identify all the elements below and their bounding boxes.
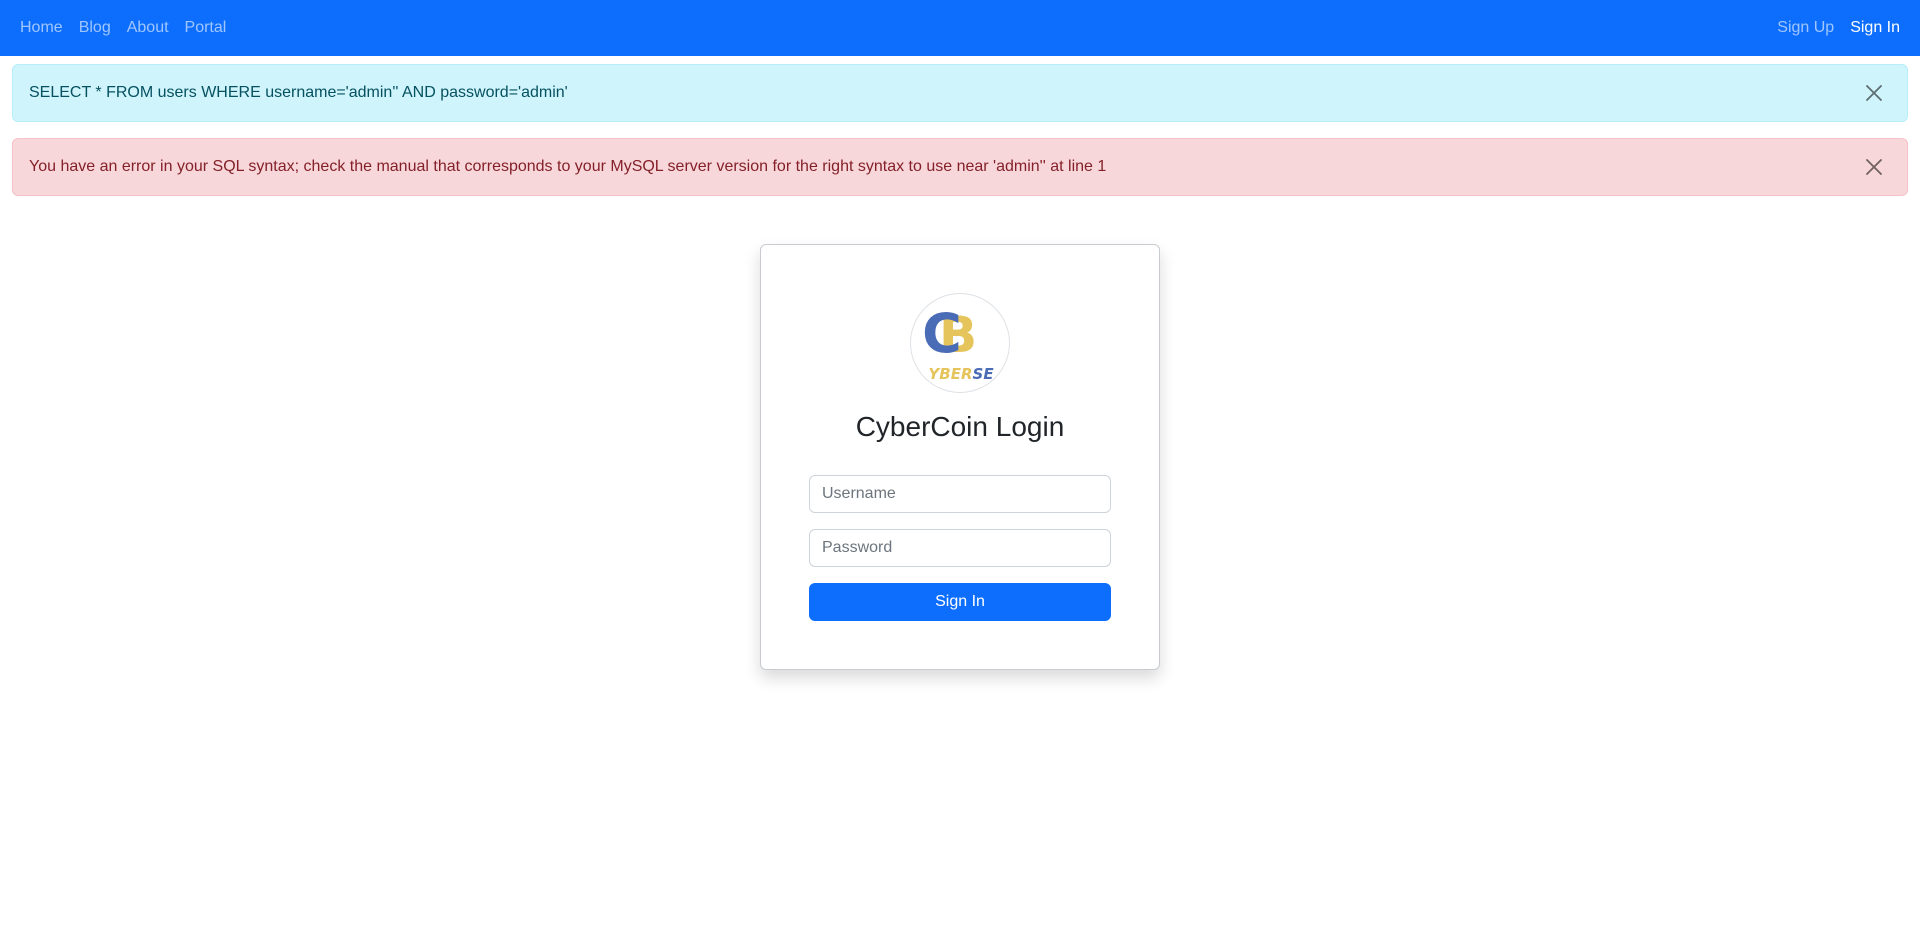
cybercoin-logo: B C YBERSE bbox=[910, 293, 1010, 393]
top-navbar: Home Blog About Portal Sign Up Sign In bbox=[0, 0, 1920, 56]
nav-link-sign-up[interactable]: Sign Up bbox=[1769, 11, 1842, 45]
nav-left-group: Home Blog About Portal bbox=[12, 0, 234, 56]
login-title: CyberCoin Login bbox=[855, 411, 1065, 442]
sql-error-text: You have an error in your SQL syntax; ch… bbox=[29, 158, 1107, 175]
password-input[interactable] bbox=[809, 529, 1111, 567]
logo-letter-c: C bbox=[922, 302, 962, 365]
nav-right-group: Sign Up Sign In bbox=[1769, 0, 1908, 56]
login-card: B C YBERSE CyberCoin Login Sign In bbox=[760, 244, 1160, 670]
sql-error-alert: You have an error in your SQL syntax; ch… bbox=[12, 138, 1908, 196]
cybercoin-logo-icon: B C YBERSE bbox=[922, 302, 994, 383]
query-info-text: SELECT * FROM users WHERE username='admi… bbox=[29, 84, 568, 101]
close-error-alert-button[interactable] bbox=[1861, 154, 1887, 180]
nav-link-home[interactable]: Home bbox=[12, 11, 71, 45]
nav-link-sign-in[interactable]: Sign In bbox=[1842, 11, 1908, 45]
nav-link-about[interactable]: About bbox=[119, 11, 177, 45]
close-icon bbox=[1866, 159, 1882, 175]
logo-subtext: YBERSE bbox=[928, 365, 994, 383]
close-info-alert-button[interactable] bbox=[1861, 80, 1887, 106]
nav-link-blog[interactable]: Blog bbox=[71, 11, 119, 45]
nav-link-portal[interactable]: Portal bbox=[177, 11, 235, 45]
username-input[interactable] bbox=[809, 475, 1111, 513]
query-info-alert: SELECT * FROM users WHERE username='admi… bbox=[12, 64, 1908, 122]
close-icon bbox=[1866, 85, 1882, 101]
sign-in-button[interactable]: Sign In bbox=[809, 583, 1111, 621]
